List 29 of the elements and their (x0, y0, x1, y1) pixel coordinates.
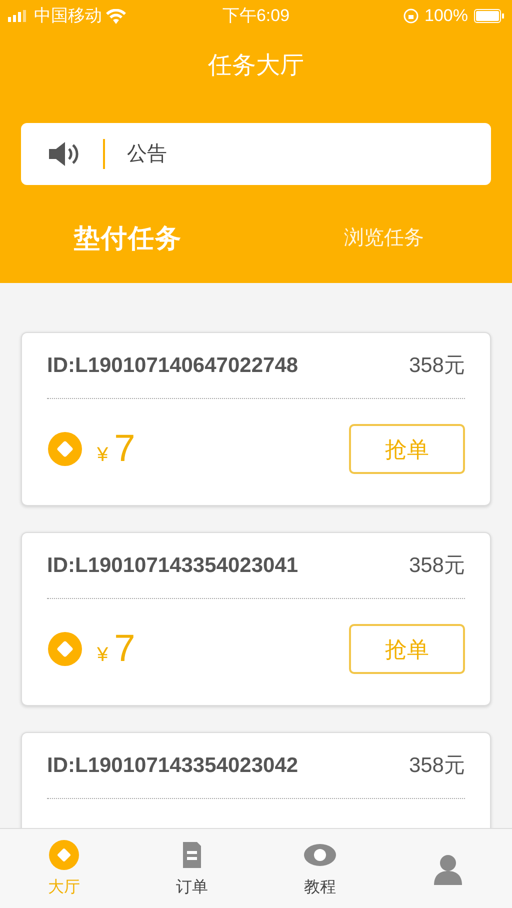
reward-amount: 7 (114, 426, 136, 472)
coin-icon (47, 431, 83, 467)
grab-order-button[interactable]: 抢单 (349, 624, 465, 674)
task-price: 358元 (408, 352, 465, 379)
tab-label[interactable]: 教程 (304, 876, 336, 900)
task-price: 358元 (408, 752, 465, 779)
page-title: 任务大厅 (208, 51, 304, 81)
rotation-lock-icon (402, 8, 418, 24)
grab-order-button[interactable]: 抢单 (349, 424, 465, 474)
currency-sign: ¥ (97, 642, 108, 668)
tab-label[interactable]: 订单 (176, 876, 208, 900)
tab-label[interactable]: 大厅 (48, 876, 80, 900)
speaker-icon (47, 140, 81, 168)
task-id: ID:L190107140647022748 (47, 352, 298, 379)
battery-icon (474, 9, 504, 23)
task-price: 358元 (408, 552, 465, 579)
category-tab[interactable]: 浏览任务 (256, 215, 512, 253)
reward-amount: 7 (114, 626, 136, 672)
notice-bar[interactable]: 公告 (21, 123, 491, 185)
task-id: ID:L190107143354023042 (47, 752, 298, 779)
task-id: ID:L190107143354023041 (47, 552, 298, 579)
category-tab[interactable]: 垫付任务 (0, 210, 256, 258)
carrier-name: 中国移动 (34, 5, 102, 28)
coin-icon (47, 631, 83, 667)
clock-time: 下午6:09 (221, 5, 291, 28)
notice-label: 公告 (127, 142, 167, 167)
currency-sign: ¥ (97, 442, 108, 468)
wifi-icon (106, 8, 126, 24)
battery-percent: 100% (424, 5, 468, 28)
